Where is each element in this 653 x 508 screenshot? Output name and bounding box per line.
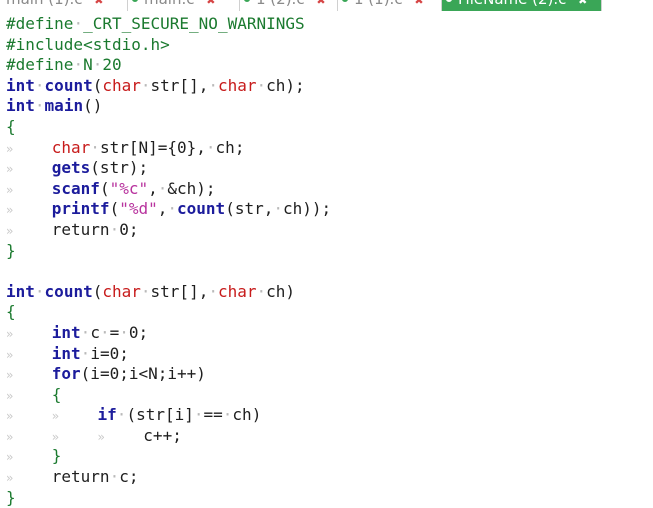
tab-label: main (1).c bbox=[6, 0, 83, 8]
close-tab-icon[interactable]: ✖ bbox=[206, 0, 215, 7]
tab-filename-2-c[interactable]: FileName (2).c ✖ bbox=[442, 0, 602, 11]
code-line: #include<stdio.h> bbox=[6, 34, 170, 54]
code-line: int·main() bbox=[6, 96, 103, 116]
code-line: » char·str[N]={0},·ch; bbox=[6, 137, 245, 157]
tab-main-c[interactable]: main.c ✖ bbox=[128, 0, 240, 11]
close-tab-icon[interactable]: ✖ bbox=[316, 0, 325, 7]
code-editor[interactable]: #define·_CRT_SECURE_NO_WARNINGS #include… bbox=[6, 14, 331, 508]
tab-1-1-c[interactable]: 1 (1).c ✖ bbox=[338, 0, 442, 11]
tab-1-2-c[interactable]: 1 (2).c ✖ bbox=[240, 0, 338, 11]
modified-dot-icon bbox=[244, 0, 250, 2]
code-line: » gets(str); bbox=[6, 158, 149, 178]
code-line: } bbox=[6, 240, 16, 260]
code-line: » int·c·=·0; bbox=[6, 322, 149, 342]
tab-label: main.c bbox=[144, 0, 195, 8]
code-line: » } bbox=[6, 446, 62, 466]
code-line: » » if·(str[i]·==·ch) bbox=[6, 405, 262, 425]
tab-label: 1 (1).c bbox=[354, 0, 403, 8]
code-line: int·count(char·str[],·char·ch) bbox=[6, 281, 296, 301]
modified-dot-icon bbox=[342, 0, 348, 2]
close-tab-icon[interactable]: ✖ bbox=[414, 0, 423, 7]
code-line: » return·c; bbox=[6, 467, 139, 487]
modified-dot-icon bbox=[132, 0, 138, 2]
code-line: » » » c++; bbox=[6, 425, 182, 445]
code-line: » printf("%d",·count(str,·ch)); bbox=[6, 199, 332, 219]
code-line: int·count(char·str[],·char·ch); bbox=[6, 75, 305, 95]
tab-label: FileName (2).c bbox=[458, 0, 566, 8]
code-line: #define·N·20 bbox=[6, 55, 122, 75]
code-line: » int·i=0; bbox=[6, 343, 129, 363]
code-line: { bbox=[6, 302, 16, 322]
code-line: » scanf("%c",·&ch); bbox=[6, 178, 216, 198]
code-line: { bbox=[6, 116, 16, 136]
code-line: » { bbox=[6, 384, 62, 404]
editor-tab-bar: main (1).c ✖ main.c ✖ 1 (2).c ✖ 1 (1).c … bbox=[0, 0, 653, 11]
code-line: #define·_CRT_SECURE_NO_WARNINGS bbox=[6, 14, 305, 33]
code-line: » return·0; bbox=[6, 219, 139, 239]
tab-label: 1 (2).c bbox=[256, 0, 305, 8]
modified-dot-icon bbox=[446, 0, 452, 2]
close-tab-icon[interactable]: ✖ bbox=[94, 0, 103, 7]
close-tab-icon[interactable]: ✖ bbox=[578, 0, 587, 7]
code-line: } bbox=[6, 487, 16, 507]
code-line: » for(i=0;i<N;i++) bbox=[6, 364, 206, 384]
tab-main-1-c[interactable]: main (1).c ✖ bbox=[0, 0, 128, 11]
